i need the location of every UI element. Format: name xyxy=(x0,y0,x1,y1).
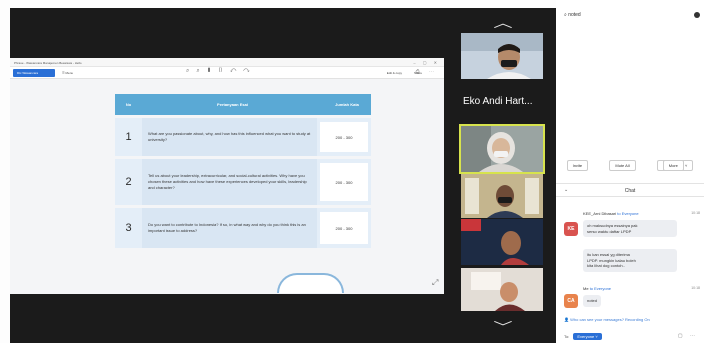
message-sender: KEE_Arni Dibasari xyxy=(583,211,617,216)
header-question: Pertanyaan Esai xyxy=(217,102,248,107)
collapse-icon[interactable]: ⌄ xyxy=(564,187,568,193)
search-icon: ⌕ xyxy=(564,12,567,18)
table-row: 2 Tell us about your leadership, extracu… xyxy=(115,159,371,205)
row-word-count: 200 - 300 xyxy=(320,212,368,244)
table-row: 3 Do you want to contribute to Indonesia… xyxy=(115,208,371,248)
row-number: 2 xyxy=(125,176,132,188)
avatar: KE xyxy=(564,222,578,236)
chevron-up-icon[interactable]: ︿ xyxy=(493,14,512,31)
video-tile-participant-1[interactable] xyxy=(461,33,543,79)
file-more-icon[interactable]: ▢ ⋯ xyxy=(678,333,698,339)
participant-video-icon xyxy=(461,126,543,172)
message-time: 10:18 xyxy=(691,211,700,215)
header-no: No xyxy=(125,102,132,107)
side-panel: ⌕ noted Invite Mute All More ˅ ⌄ Chat KE… xyxy=(556,0,704,343)
toolbar-active-tab[interactable]: Dtc Wawancara xyxy=(13,69,55,77)
participant-video-icon xyxy=(461,33,543,79)
message-recipient: to Everyone xyxy=(617,211,639,216)
video-tile-participant-4[interactable] xyxy=(461,219,543,265)
participant-video-icon xyxy=(461,219,543,265)
row-question: What are you passionate about, why, and … xyxy=(142,118,317,156)
shared-window-title: Phrase - Wawancara Manajemen Beasiswa - … xyxy=(14,61,82,65)
chat-title: Chat xyxy=(624,188,636,194)
invite-button[interactable]: Invite xyxy=(566,160,589,171)
to-label: To: xyxy=(564,334,570,339)
window-controls-icon: – ▢ ✕ xyxy=(413,60,440,65)
row-number: 3 xyxy=(125,222,132,234)
active-speaker-name: Eko Andi Hart... xyxy=(463,96,533,107)
toolbar-menu[interactable]: ☰ Menu xyxy=(62,71,73,75)
search-input[interactable]: noted xyxy=(568,12,581,18)
chevron-down-icon[interactable]: ﹀ xyxy=(493,318,512,335)
chat-message: itu kan essai yg diterima LPDP. mungkin … xyxy=(583,249,677,272)
message-meta: KEE_Arni Dibasari to Everyone xyxy=(583,211,639,216)
resize-icon[interactable]: ⤢ xyxy=(432,278,438,288)
row-word-count: 200 - 300 xyxy=(320,122,368,152)
message-line: kita lihat dog contoh.. xyxy=(587,263,625,268)
table-row: 1 What are you passionate about, why, an… xyxy=(115,118,371,156)
table-header: No Pertanyaan Esai Jumlah Kata xyxy=(115,94,371,115)
message-sender: Me xyxy=(583,286,589,291)
row-question: Do you want to contribute to Indonesia? … xyxy=(142,208,317,248)
chat-recipient-row: To: Everyone ˅ xyxy=(564,333,602,340)
zoom-meeting-window: Phrase - Wawancara Manajemen Beasiswa - … xyxy=(0,0,704,343)
message-line: serso waktu daftar LPDP xyxy=(587,228,632,234)
video-tile-participant-3[interactable] xyxy=(461,174,543,218)
more-button[interactable]: More ˅ xyxy=(656,160,694,171)
video-tile-participant-2[interactable] xyxy=(459,124,545,174)
row-question: Tell us about your leadership, extracurr… xyxy=(142,159,317,205)
video-tile-participant-5[interactable] xyxy=(461,268,543,311)
chat-message: oh maksudnya essainya pak serso waktu da… xyxy=(583,220,677,237)
compose-placeholder: Who can see your messages? Recording On xyxy=(570,317,650,322)
message-meta: Me to Everyone xyxy=(583,286,611,291)
more-label: More xyxy=(662,160,684,171)
participant-video-icon xyxy=(461,268,543,311)
shared-window-titlebar: Phrase - Wawancara Manajemen Beasiswa - … xyxy=(10,58,444,67)
print-more-icon[interactable]: ⎙ ⋯ xyxy=(416,69,438,75)
chat-header: ⌄ Chat xyxy=(556,183,704,197)
participant-video-icon xyxy=(461,174,543,218)
recipient-select[interactable]: Everyone ˅ xyxy=(573,333,602,340)
header-word-count: Jumlah Kata xyxy=(335,102,359,107)
chat-message: noted xyxy=(583,295,602,307)
participant-search[interactable]: ⌕ noted xyxy=(564,12,581,18)
row-number: 1 xyxy=(125,131,132,143)
avatar: CA xyxy=(564,294,578,308)
message-time: 10:18 xyxy=(691,286,700,290)
row-word-count: 200 - 300 xyxy=(320,163,368,201)
message-line: noted xyxy=(587,298,598,303)
toolbar-tool-icons[interactable]: ⌕⌕▮▯↶↷ xyxy=(186,68,257,75)
toolbar-menu-label: Menu xyxy=(65,71,74,75)
speech-bubble-shape xyxy=(277,273,344,293)
shared-window-toolbar: Dtc Wawancara ☰ Menu ⌕⌕▮▯↶↷ Edit & copy … xyxy=(10,67,444,79)
mute-all-button[interactable]: Mute All xyxy=(609,160,636,171)
shared-screen[interactable]: Phrase - Wawancara Manajemen Beasiswa - … xyxy=(10,58,444,294)
person-icon: 👤 xyxy=(564,317,569,322)
essay-question-table: No Pertanyaan Esai Jumlah Kata 1 What ar… xyxy=(115,94,371,248)
edit-copy-button[interactable]: Edit & copy xyxy=(387,71,402,75)
participants-actions: Invite Mute All More ˅ xyxy=(556,160,704,171)
message-recipient: to Everyone xyxy=(589,286,612,291)
close-icon[interactable] xyxy=(694,12,700,18)
recipient-value: Everyone xyxy=(577,334,595,339)
chat-compose-hint[interactable]: 👤 Who can see your messages? Recording O… xyxy=(564,317,650,322)
